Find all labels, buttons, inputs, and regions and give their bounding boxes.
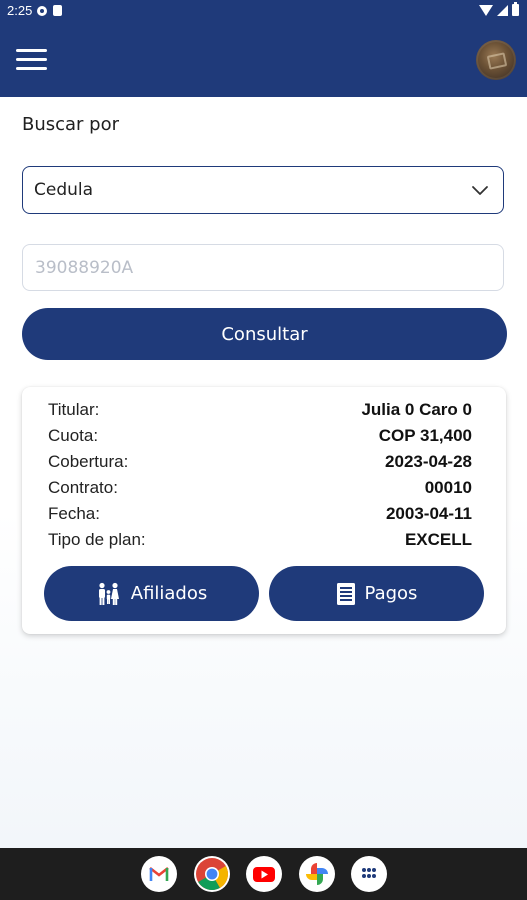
info-row-titular: Titular: Julia 0 Caro 0 <box>48 400 472 424</box>
info-label: Cuota: <box>48 426 99 445</box>
sim-card-icon <box>53 5 62 16</box>
info-label: Fecha: <box>48 504 100 523</box>
menu-line <box>16 49 47 52</box>
afiliados-label: Afiliados <box>130 583 208 604</box>
status-notification-icons <box>37 5 62 16</box>
gmail-icon[interactable] <box>141 856 177 892</box>
youtube-icon[interactable] <box>246 856 282 892</box>
info-label: Contrato: <box>48 478 118 497</box>
status-time: 2:25 <box>7 3 33 18</box>
menu-line <box>16 58 47 61</box>
notification-app-icon <box>37 5 47 16</box>
info-value: 2003-04-11 <box>385 504 472 523</box>
app-drawer-icon[interactable] <box>351 856 387 892</box>
app-bar <box>0 22 527 97</box>
system-nav-bar <box>0 848 527 900</box>
info-label: Titular: <box>48 400 100 419</box>
info-label: Tipo de plan: <box>48 530 146 549</box>
family-icon <box>98 582 119 605</box>
search-type-value: Cedula <box>34 180 94 200</box>
receipt-icon <box>336 582 355 605</box>
document-number-input[interactable] <box>35 256 485 280</box>
policy-info-card: Titular: Julia 0 Caro 0 Cuota: COP 31,40… <box>22 387 506 634</box>
info-value: Julia 0 Caro 0 <box>361 400 472 419</box>
pagos-button[interactable]: Pagos <box>269 566 484 621</box>
info-label: Cobertura: <box>48 452 129 471</box>
status-bar: 2:25 <box>0 0 527 22</box>
battery-icon <box>512 2 519 16</box>
info-value: 2023-04-28 <box>385 452 472 471</box>
info-row-fecha: Fecha: 2003-04-11 <box>48 504 472 528</box>
info-row-contrato: Contrato: 00010 <box>48 478 472 502</box>
info-row-cobertura: Cobertura: 2023-04-28 <box>48 452 472 476</box>
chrome-icon[interactable] <box>194 856 230 892</box>
cell-signal-icon <box>497 4 508 16</box>
wifi-icon <box>479 4 493 16</box>
status-system-icons <box>479 2 519 16</box>
search-type-select[interactable]: Cedula <box>22 166 504 214</box>
info-row-cuota: Cuota: COP 31,400 <box>48 426 472 450</box>
main-content: Buscar por Cedula Consultar Titular: Jul… <box>0 97 527 848</box>
photos-icon[interactable] <box>299 856 335 892</box>
pagos-label: Pagos <box>364 583 418 604</box>
info-value: 00010 <box>424 478 472 497</box>
user-avatar[interactable] <box>476 40 516 80</box>
afiliados-button[interactable]: Afiliados <box>44 566 259 621</box>
consultar-button[interactable]: Consultar <box>22 308 507 360</box>
chevron-down-icon <box>472 186 488 195</box>
hamburger-menu-icon[interactable] <box>16 49 48 71</box>
info-value: EXCELL <box>404 530 472 549</box>
info-value: COP 31,400 <box>378 426 472 445</box>
search-by-label: Buscar por <box>22 114 120 135</box>
info-row-tipo-plan: Tipo de plan: EXCELL <box>48 530 472 554</box>
document-number-field[interactable] <box>22 244 504 291</box>
menu-line <box>16 67 47 70</box>
